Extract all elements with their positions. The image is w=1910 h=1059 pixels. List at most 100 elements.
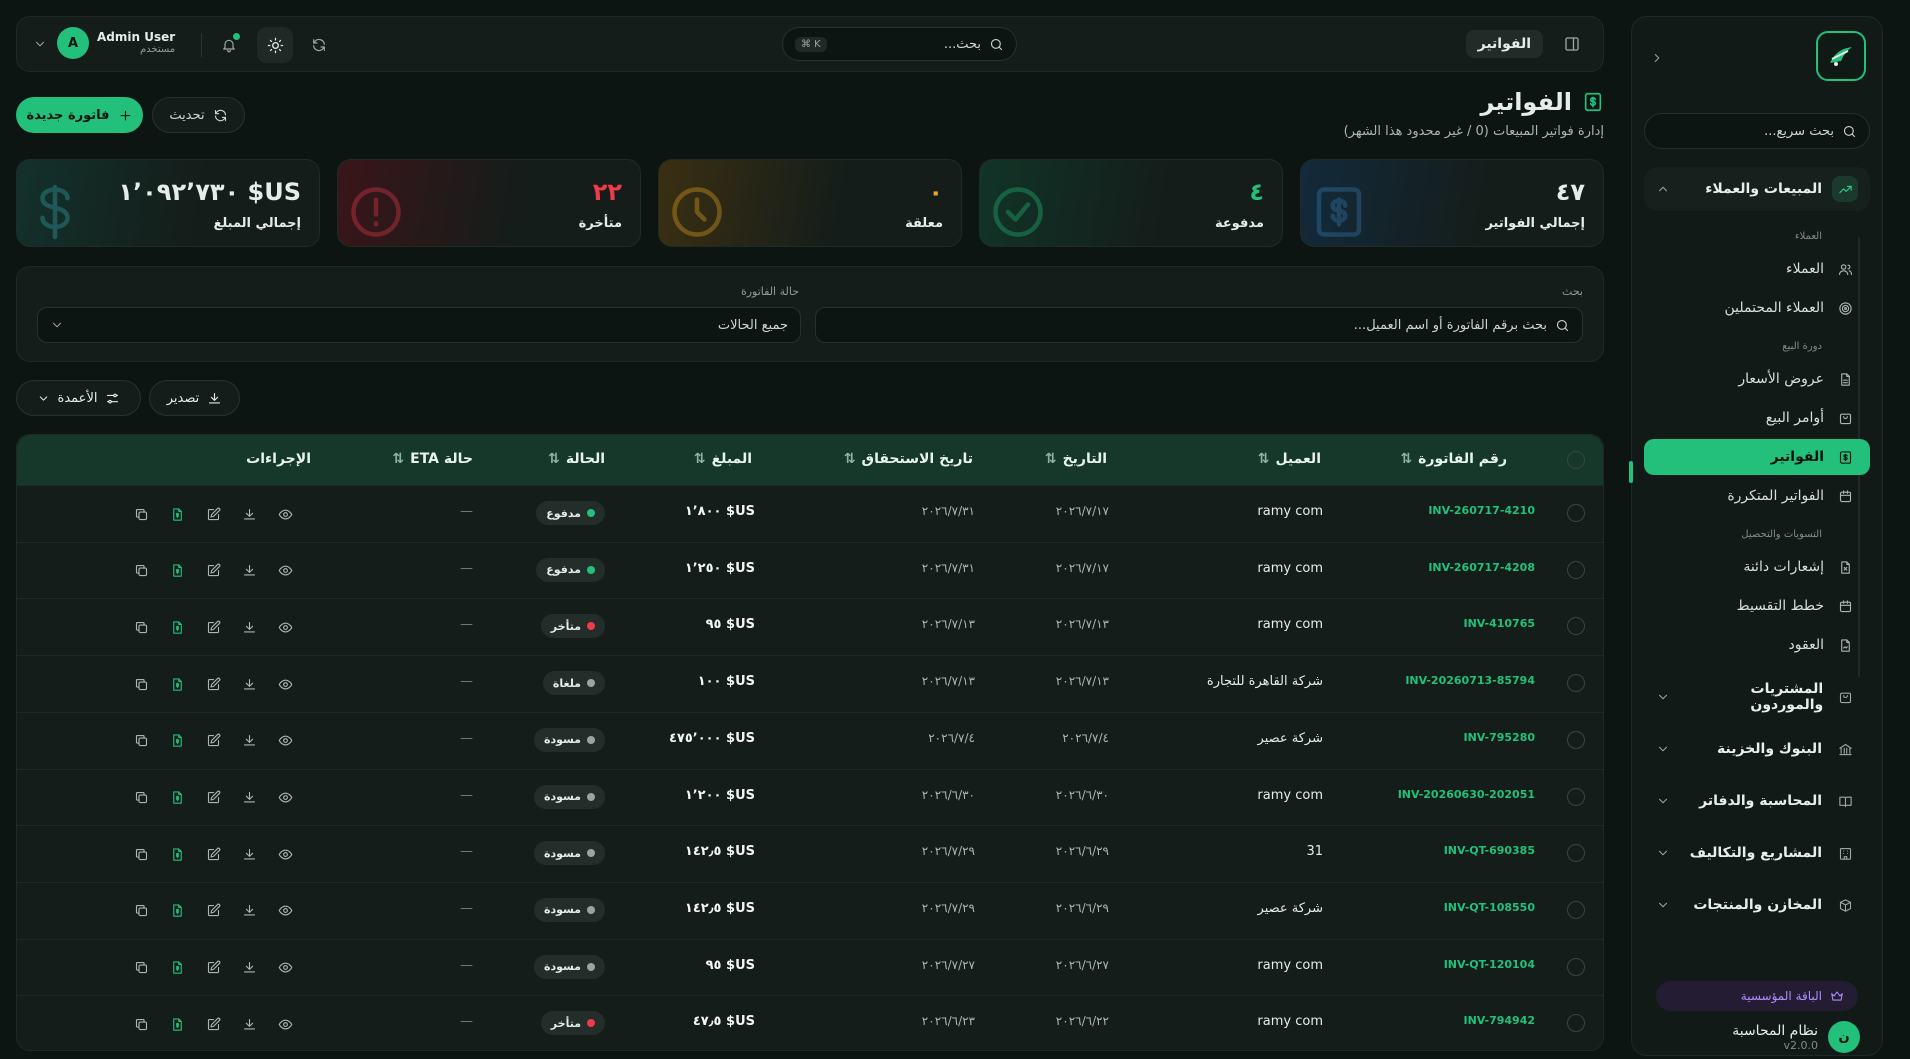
copy-icon[interactable] (129, 842, 153, 866)
file-invoice-icon[interactable] (165, 842, 189, 866)
sidebar-item-orders[interactable]: أوامر البيع (1644, 400, 1870, 436)
row-checkbox[interactable] (1567, 957, 1585, 976)
sidebar-item-installments[interactable]: خطط التقسيط (1644, 588, 1870, 624)
copy-icon[interactable] (129, 559, 153, 583)
user-menu[interactable]: A Admin User مستخدم (57, 27, 175, 59)
copy-icon[interactable] (129, 729, 153, 753)
invoice-number[interactable]: INV-QT-690385 (1444, 844, 1535, 857)
eye-icon[interactable] (273, 502, 297, 526)
file-invoice-icon[interactable] (165, 786, 189, 810)
table-row[interactable]: INV-795280 شركة عصير ٢٠٢٦/٧/٤ ٢٠٢٦/٧/٤ U… (17, 711, 1603, 768)
table-row[interactable]: INV-20260713-85794 شركة القاهرة للتجارة … (17, 655, 1603, 711)
refresh-button[interactable]: تحديث (152, 97, 245, 133)
edit-icon[interactable] (201, 615, 225, 639)
col-amount[interactable]: المبلغ ⇅ (694, 451, 752, 467)
table-row[interactable]: INV-260717-4210 ramy com ٢٠٢٦/٧/١٧ ٢٠٢٦/… (17, 485, 1603, 541)
plan-badge[interactable]: الباقة المؤسسية (1656, 981, 1858, 1011)
row-checkbox[interactable] (1567, 1014, 1585, 1033)
copy-icon[interactable] (129, 672, 153, 696)
edit-icon[interactable] (201, 956, 225, 980)
invoice-number[interactable]: INV-QT-108550 (1444, 901, 1535, 914)
status-filter-select[interactable]: جميع الحالات (37, 307, 801, 343)
file-invoice-icon[interactable] (165, 1012, 189, 1036)
download-icon[interactable] (237, 786, 261, 810)
col-date[interactable]: التاريخ ⇅ (1045, 451, 1107, 467)
sidebar-toggle-icon[interactable] (1563, 35, 1581, 53)
sidebar-item-leads[interactable]: العملاء المحتملين (1644, 290, 1870, 326)
row-checkbox[interactable] (1567, 900, 1585, 919)
app-logo[interactable] (1816, 31, 1866, 81)
invoice-number[interactable]: INV-410765 (1464, 617, 1536, 630)
table-row[interactable]: INV-QT-108550 شركة عصير ٢٠٢٦/٦/٢٩ ٢٠٢٦/٧… (17, 881, 1603, 938)
col-invoice-no[interactable]: رقم الفاتورة ⇅ (1400, 451, 1507, 467)
edit-icon[interactable] (201, 899, 225, 923)
download-icon[interactable] (237, 559, 261, 583)
download-icon[interactable] (237, 502, 261, 526)
file-invoice-icon[interactable] (165, 956, 189, 980)
eye-icon[interactable] (273, 786, 297, 810)
file-invoice-icon[interactable] (165, 502, 189, 526)
sidebar-item-credit-notes[interactable]: إشعارات دائنة (1644, 549, 1870, 585)
sidebar-section-sales[interactable]: المبيعات والعملاء (1644, 167, 1870, 211)
sidebar-item-recurring[interactable]: الفواتير المتكررة (1644, 478, 1870, 514)
sidebar-item-contracts[interactable]: العقود (1644, 627, 1870, 663)
collapse-sidebar-icon[interactable] (1650, 51, 1664, 65)
global-search[interactable]: بحث... ⌘ K (782, 27, 1017, 61)
eye-icon[interactable] (273, 615, 297, 639)
download-icon[interactable] (237, 956, 261, 980)
eye-icon[interactable] (273, 672, 297, 696)
edit-icon[interactable] (201, 502, 225, 526)
download-icon[interactable] (237, 729, 261, 753)
sidebar-section-purchases[interactable]: المشتريات والموردون (1644, 675, 1870, 719)
table-row[interactable]: INV-260717-4208 ramy com ٢٠٢٦/٧/١٧ ٢٠٢٦/… (17, 541, 1603, 598)
file-invoice-icon[interactable] (165, 559, 189, 583)
edit-icon[interactable] (201, 1012, 225, 1036)
row-checkbox[interactable] (1567, 617, 1585, 636)
row-checkbox[interactable] (1567, 674, 1585, 693)
file-invoice-icon[interactable] (165, 729, 189, 753)
invoice-number[interactable]: INV-QT-120104 (1444, 958, 1535, 971)
row-checkbox[interactable] (1567, 560, 1585, 579)
download-icon[interactable] (237, 842, 261, 866)
bell-icon[interactable] (215, 31, 243, 59)
sidebar-quick-search[interactable]: بحث سريع... (1644, 113, 1870, 149)
export-button[interactable]: تصدير (149, 380, 240, 416)
sun-icon[interactable] (257, 27, 293, 63)
select-all-checkbox[interactable] (1567, 451, 1585, 469)
invoice-number[interactable]: INV-795280 (1464, 731, 1536, 744)
invoice-number[interactable]: INV-20260713-85794 (1405, 674, 1535, 687)
download-icon[interactable] (237, 615, 261, 639)
edit-icon[interactable] (201, 672, 225, 696)
eye-icon[interactable] (273, 899, 297, 923)
copy-icon[interactable] (129, 956, 153, 980)
edit-icon[interactable] (201, 842, 225, 866)
invoice-number[interactable]: INV-260717-4208 (1428, 561, 1535, 574)
eye-icon[interactable] (273, 559, 297, 583)
sidebar-section-projects[interactable]: المشاريع والتكاليف (1644, 831, 1870, 875)
copy-icon[interactable] (129, 899, 153, 923)
col-client[interactable]: العميل ⇅ (1258, 451, 1321, 467)
new-invoice-button[interactable]: فاتورة جديدة (16, 97, 143, 133)
eye-icon[interactable] (273, 842, 297, 866)
table-row[interactable]: INV-794942 ramy com ٢٠٢٦/٦/٢٢ ٢٠٢٦/٦/٢٣ … (17, 995, 1603, 1050)
edit-icon[interactable] (201, 786, 225, 810)
invoice-number[interactable]: INV-260717-4210 (1428, 504, 1535, 517)
sidebar-section-accounting[interactable]: المحاسبة والدفاتر (1644, 779, 1870, 823)
eye-icon[interactable] (273, 729, 297, 753)
sidebar-section-inventory[interactable]: المخازن والمنتجات (1644, 883, 1870, 927)
sidebar-section-banks[interactable]: البنوك والخزينة (1644, 727, 1870, 771)
file-invoice-icon[interactable] (165, 615, 189, 639)
file-invoice-icon[interactable] (165, 672, 189, 696)
sidebar-item-quotes[interactable]: عروض الأسعار (1644, 361, 1870, 397)
col-status[interactable]: الحالة ⇅ (548, 451, 605, 467)
row-checkbox[interactable] (1567, 787, 1585, 806)
chevron-down-icon[interactable] (33, 37, 47, 51)
download-icon[interactable] (237, 672, 261, 696)
columns-button[interactable]: الأعمدة (16, 380, 141, 416)
eye-icon[interactable] (273, 1012, 297, 1036)
file-invoice-icon[interactable] (165, 899, 189, 923)
copy-icon[interactable] (129, 1012, 153, 1036)
table-row[interactable]: INV-QT-120104 ramy com ٢٠٢٦/٦/٢٧ ٢٠٢٦/٧/… (17, 938, 1603, 995)
table-row[interactable]: INV-QT-690385 31 ٢٠٢٦/٦/٢٩ ٢٠٢٦/٧/٢٩ US$… (17, 825, 1603, 881)
row-checkbox[interactable] (1567, 844, 1585, 863)
